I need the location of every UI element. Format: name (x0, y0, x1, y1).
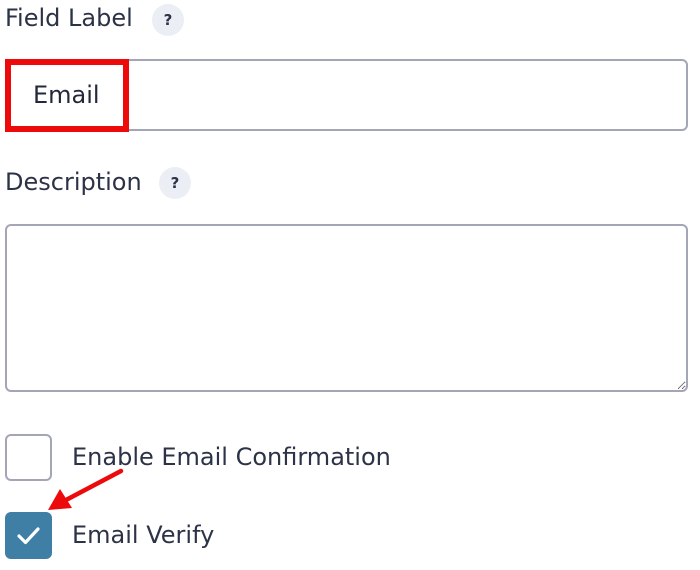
check-icon (17, 527, 40, 545)
email-verify-checkbox[interactable] (5, 512, 52, 559)
enable-email-confirmation-checkbox[interactable] (5, 434, 52, 481)
description-textarea[interactable] (5, 224, 688, 392)
enable-email-confirmation-label[interactable]: Enable Email Confirmation (72, 445, 391, 469)
field-label-input[interactable] (5, 59, 688, 131)
field-label-help-icon[interactable]: ? (152, 4, 184, 36)
description-heading: Description (5, 168, 142, 196)
field-label-heading: Field Label (5, 4, 133, 32)
email-verify-label[interactable]: Email Verify (72, 523, 214, 547)
description-help-icon[interactable]: ? (159, 167, 191, 199)
